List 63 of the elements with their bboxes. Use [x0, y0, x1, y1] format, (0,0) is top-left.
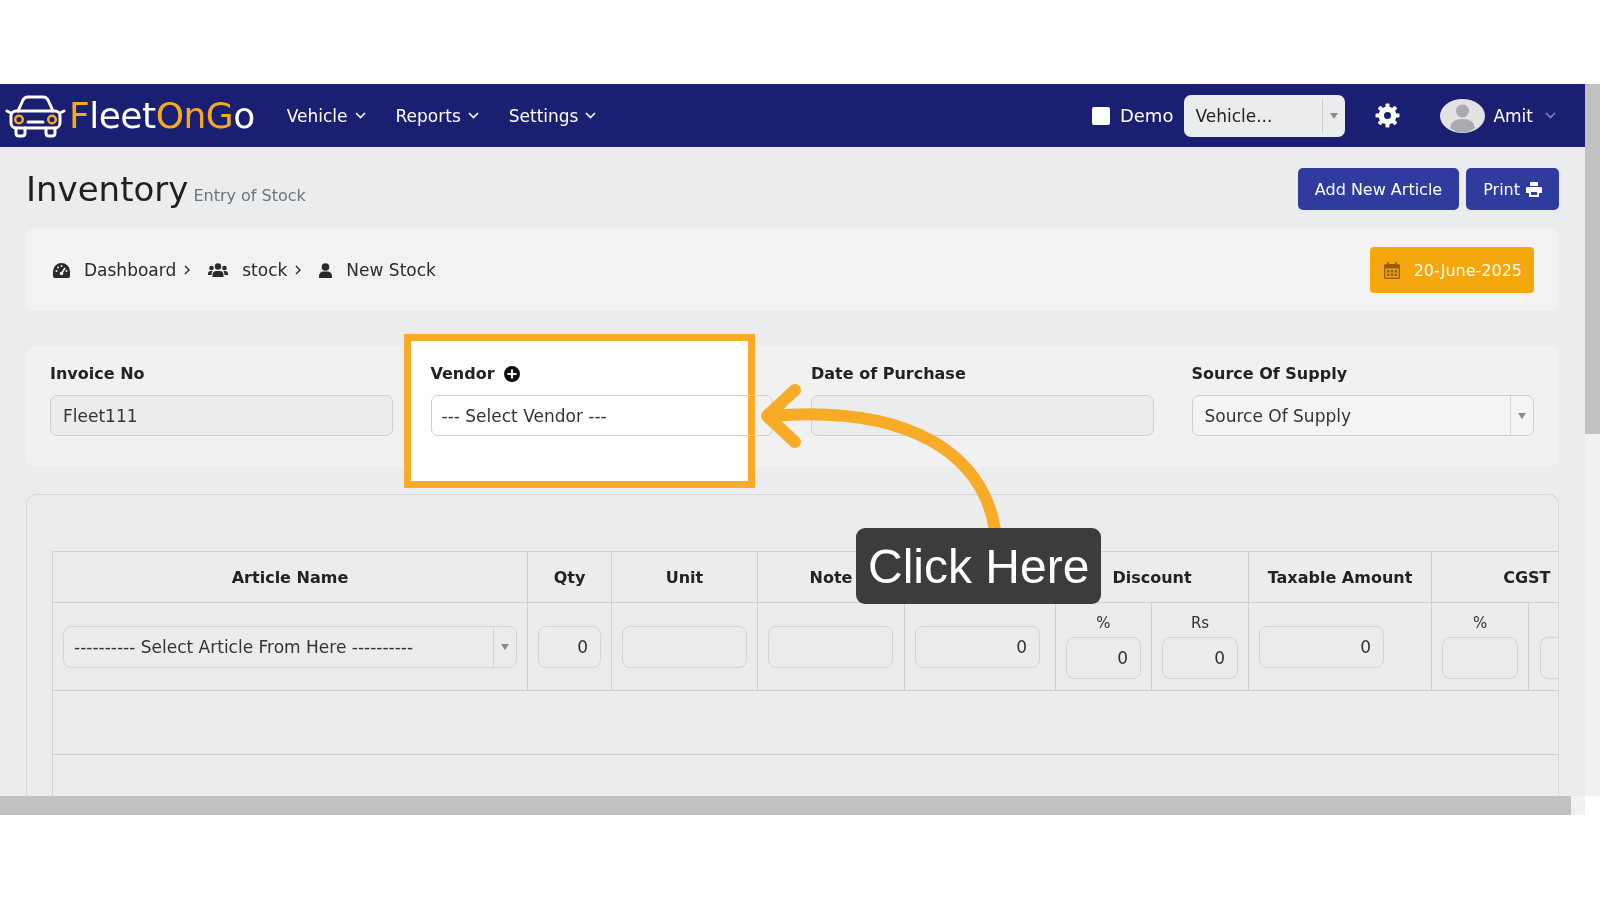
sub-column-label: %	[1095, 614, 1112, 632]
dropdown-field[interactable]: ---------- Select Article From Here ----------	[63, 625, 517, 668]
caret-icon	[1518, 412, 1526, 419]
page-subtitle: Entry of Stock	[193, 186, 306, 205]
page-title: Inventory	[26, 168, 189, 210]
scrollbar-thumb[interactable]	[1585, 84, 1600, 434]
input-field[interactable]	[768, 625, 893, 668]
add-icon[interactable]	[503, 366, 520, 382]
chevron-right-icon	[295, 265, 302, 275]
column-header: Discount	[1112, 567, 1192, 587]
breadcrumb-link[interactable]: stock	[242, 260, 288, 280]
settings-icon[interactable]	[1375, 103, 1401, 128]
car-logo-icon	[5, 93, 66, 138]
column-header: Qty	[553, 567, 586, 587]
chevron-down-icon	[1545, 112, 1556, 119]
field-label: Invoice No	[50, 365, 145, 383]
input-field[interactable]: 0	[915, 625, 1040, 668]
breadcrumb-link[interactable]: Dashboard	[84, 260, 177, 280]
caret-icon	[501, 643, 509, 650]
brand-logo-text[interactable]: FleetOnGo	[69, 95, 255, 136]
users-icon	[208, 263, 229, 277]
dropdown-field[interactable]: --- Select Vendor ---	[430, 395, 773, 436]
sub-column-label: Rs	[1189, 614, 1211, 632]
column-header: Unit	[665, 567, 704, 587]
field-label: Source Of Supply	[1191, 365, 1348, 383]
calendar-icon	[1383, 261, 1400, 279]
print-button[interactable]: Print	[1466, 168, 1559, 210]
input-field[interactable]: 0	[1162, 637, 1238, 679]
input-field[interactable]: 0	[1066, 637, 1141, 679]
input-field[interactable]	[1540, 637, 1558, 679]
dropdown-field[interactable]: Source Of Supply	[1191, 395, 1534, 436]
input-field[interactable]: 0	[538, 625, 601, 668]
vehicle-dropdown[interactable]: Vehicle...	[1184, 94, 1346, 137]
input-field[interactable]	[622, 625, 747, 668]
user-menu-button[interactable]: Amit	[1440, 98, 1556, 133]
field-label: Date of Purchase	[811, 365, 966, 383]
nav-menu[interactable]: Reports	[395, 105, 479, 126]
avatar-icon	[1440, 98, 1486, 133]
chevron-down-icon	[585, 112, 597, 119]
nav-menu[interactable]: Settings	[508, 105, 597, 126]
column-header: Article Name	[231, 567, 349, 587]
chevron-down-icon	[467, 112, 479, 119]
chevron-down-icon	[354, 112, 366, 119]
input-field[interactable]: Fleet111	[50, 395, 393, 436]
column-header: CGST	[1503, 567, 1551, 587]
input-field[interactable]	[811, 395, 1154, 436]
sub-column-label: %	[1471, 614, 1489, 632]
nav-menu[interactable]: Vehicle	[286, 105, 366, 126]
breadcrumb-current: New Stock	[346, 260, 436, 280]
column-header: Note	[809, 567, 853, 587]
demo-checkbox[interactable]	[1091, 106, 1110, 125]
user-icon	[319, 262, 333, 278]
input-field[interactable]	[1442, 637, 1518, 679]
chevron-right-icon	[184, 265, 191, 275]
checkbox-label: Demo	[1119, 105, 1174, 126]
input-field[interactable]: 0	[1259, 625, 1384, 668]
column-header: Taxable Amount	[1267, 567, 1413, 587]
field-label: Vendor	[430, 365, 495, 383]
printer-icon	[1526, 181, 1542, 197]
click-here-callout: Click Here	[856, 528, 1102, 604]
caret-icon	[1330, 112, 1339, 119]
action-button[interactable]: Add New Article	[1297, 168, 1460, 210]
gauge-icon	[53, 262, 70, 278]
